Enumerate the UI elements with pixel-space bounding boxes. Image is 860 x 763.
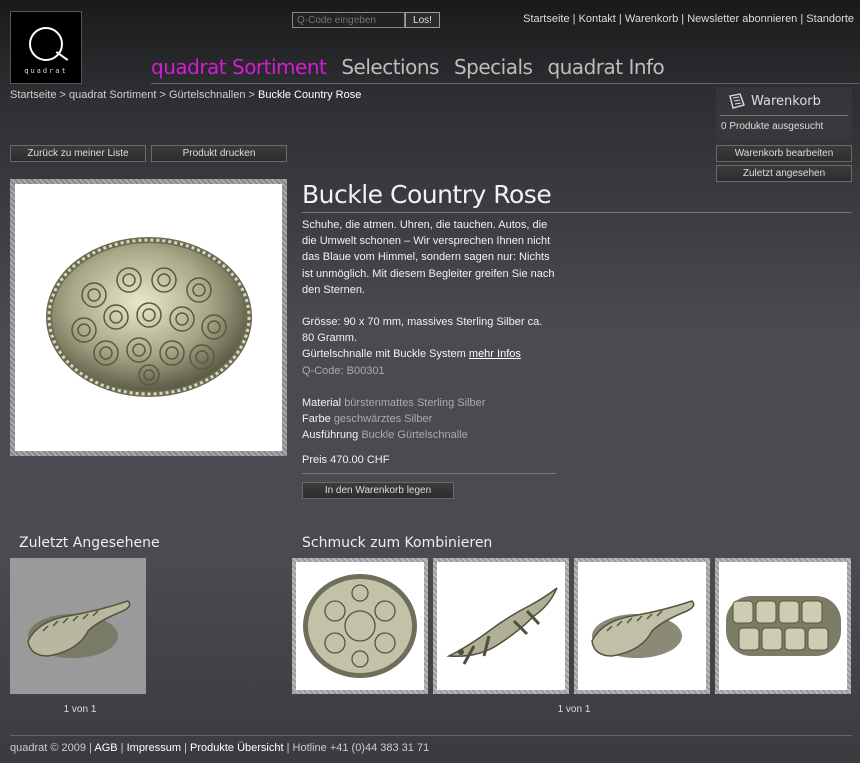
combine-pager: 1 von 1 — [557, 704, 591, 715]
nav-info[interactable]: quadrat Info — [547, 55, 664, 79]
recent-item-inner — [10, 558, 146, 694]
toplink-newsletter[interactable]: Newsletter abonnieren — [687, 13, 797, 25]
ornament-buckle-image — [303, 574, 417, 678]
nav-sortiment[interactable]: quadrat Sortiment — [151, 55, 327, 79]
footer-link-agb[interactable]: AGB — [94, 742, 117, 754]
footer: quadrat © 2009 | AGB | Impressum | Produ… — [10, 742, 430, 754]
title-divider — [302, 212, 852, 213]
lizard-buckle-image — [445, 587, 558, 665]
breadcrumb-sep: > — [56, 89, 70, 101]
scale-buckle-image — [725, 596, 841, 656]
combine-item-3[interactable] — [574, 558, 710, 694]
crocodile-buckle-image — [591, 600, 695, 658]
nav-selections[interactable]: Selections — [341, 55, 439, 79]
material-row: Material bürstenmattes Sterling Silber — [302, 395, 557, 411]
add-to-cart-button[interactable]: In den Warenkorb legen — [302, 482, 454, 499]
recent-item[interactable] — [10, 558, 146, 694]
qcode-search: Los! — [292, 12, 440, 28]
product-qcode: Q-Code: B00301 — [302, 364, 385, 377]
cart-box: Warenkorb 0 Produkte ausgesucht — [716, 87, 852, 141]
crocodile-buckle-image — [27, 600, 131, 658]
breadcrumb-sortiment[interactable]: quadrat Sortiment — [69, 89, 156, 101]
price-divider — [302, 473, 556, 474]
buckle-rose-image — [45, 237, 252, 397]
more-info-link[interactable]: mehr Infos — [469, 348, 521, 360]
recent-pager: 1 von 1 — [63, 704, 97, 715]
breadcrumb: Startseite > quadrat Sortiment > Gürtels… — [10, 89, 361, 101]
product-title: Buckle Country Rose — [302, 180, 552, 209]
product-system-line: Gürtelschnalle mit Buckle System mehr In… — [302, 346, 557, 362]
recent-title: Zuletzt Angesehene — [19, 535, 160, 551]
toplink-kontakt[interactable]: Kontakt — [579, 13, 616, 25]
cart-count: 0 Produkte ausgesucht — [721, 121, 824, 132]
product-size: Grösse: 90 x 70 mm, massives Sterling Si… — [302, 316, 543, 345]
breadcrumb-sep: > — [156, 89, 169, 101]
breadcrumb-sep: > — [245, 89, 258, 101]
product-price: Preis 470.00 CHF — [302, 454, 390, 467]
combine-item-1[interactable] — [292, 558, 428, 694]
combine-item-2[interactable] — [433, 558, 569, 694]
product-image-frame[interactable] — [10, 179, 287, 456]
back-to-list-button[interactable]: Zurück zu meiner Liste — [10, 145, 146, 162]
logo-q-mark — [29, 26, 63, 61]
product-details: Schuhe, die atmen. Uhren, die tauchen. A… — [302, 217, 557, 469]
main-nav: quadrat Sortiment Selections Specials qu… — [151, 55, 665, 79]
color-label: Farbe — [302, 413, 331, 426]
footer-divider — [10, 735, 852, 736]
footer-hotline: Hotline +41 (0)44 383 31 71 — [292, 742, 430, 754]
cart-title: Warenkorb — [751, 93, 821, 109]
recently-viewed-button[interactable]: Zuletzt angesehen — [716, 165, 852, 182]
product-description: Schuhe, die atmen. Uhren, die tauchen. A… — [302, 219, 555, 296]
toplink-standorte[interactable]: Standorte — [806, 13, 854, 25]
footer-link-overview[interactable]: Produkte Übersicht — [190, 742, 284, 754]
style-value: Buckle Gürtelschnalle — [361, 429, 468, 442]
toplink-warenkorb[interactable]: Warenkorb — [625, 13, 678, 25]
combine-title: Schmuck zum Kombinieren — [302, 535, 493, 551]
footer-copyright: quadrat © 2009 — [10, 742, 86, 754]
nav-divider — [151, 83, 860, 84]
print-product-button[interactable]: Produkt drucken — [151, 145, 287, 162]
qcode-submit-button[interactable]: Los! — [405, 12, 440, 28]
breadcrumb-current: Buckle Country Rose — [257, 89, 362, 101]
nav-specials[interactable]: Specials — [454, 55, 533, 79]
product-system: Gürtelschnalle mit Buckle System — [302, 348, 466, 361]
logo-text: quadrat — [24, 66, 68, 75]
toplink-startseite[interactable]: Startseite — [523, 13, 569, 25]
material-label: Material — [302, 396, 342, 409]
style-label: Ausführung — [302, 429, 359, 442]
style-row: Ausführung Buckle Gürtelschnalle — [302, 427, 557, 443]
combine-item-4[interactable] — [715, 558, 851, 694]
footer-link-impressum[interactable]: Impressum — [127, 742, 181, 754]
top-links: Startseite | Kontakt | Warenkorb | Newsl… — [523, 13, 854, 25]
cart-header[interactable]: Warenkorb — [720, 87, 848, 116]
breadcrumb-startseite[interactable]: Startseite — [10, 89, 56, 101]
qcode-input[interactable] — [292, 12, 405, 28]
cart-edit-button[interactable]: Warenkorb bearbeiten — [716, 145, 852, 162]
material-value: bürstenmattes Sterling Silber — [344, 396, 486, 409]
color-row: Farbe geschwärztes Silber — [302, 411, 557, 427]
color-value: geschwärztes Silber — [333, 413, 433, 426]
breadcrumb-guertelschnallen[interactable]: Gürtelschnallen — [169, 89, 245, 101]
logo[interactable]: quadrat — [10, 11, 82, 84]
cart-icon — [729, 93, 745, 109]
